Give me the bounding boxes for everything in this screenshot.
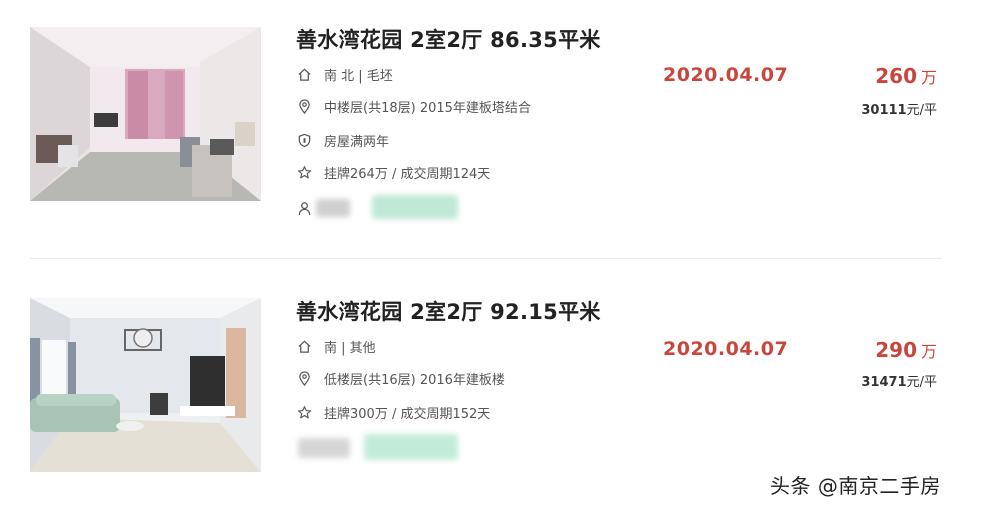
unit-price: 30111元/平 [861,99,937,118]
listing-info-row: 挂牌264万 / 成交周期124天 [296,161,490,183]
location-pin-icon [296,98,312,114]
house-icon [296,338,312,354]
deal-date: 2020.04.07 [663,338,789,360]
orientation-row: 南 | 其他 [296,335,376,357]
floor-text: 中楼层(共18层) 2015年建板塔结合 [324,100,531,116]
location-pin-icon [296,370,312,386]
unit-price-suffix: 元/平 [906,103,937,118]
watermark: 头条 @南京二手房 [770,474,941,498]
total-price: 260 万 [875,64,937,88]
listing-title[interactable]: 善水湾花园 2室2厅 92.15平米 [296,296,601,326]
orientation-text: 南 北 | 毛坯 [324,68,393,84]
listing-title[interactable]: 善水湾花园 2室2厅 86.35平米 [296,24,601,54]
star-icon [296,404,312,420]
room-photo-image [30,298,261,472]
total-price-number: 260 [875,64,917,88]
tag-text: 房屋满两年 [324,134,390,150]
listing-info-text: 挂牌300万 / 成交周期152天 [324,406,491,422]
orientation-text: 南 | 其他 [324,340,376,356]
unit-price-suffix: 元/平 [906,375,937,390]
shield-icon [296,132,312,148]
total-price-number: 290 [875,338,917,362]
listing-info-text: 挂牌264万 / 成交周期124天 [324,166,491,182]
person-icon [296,200,312,216]
unit-price-number: 30111 [861,103,907,118]
tag-row: 房屋满两年 [296,129,389,151]
unit-price: 31471元/平 [861,371,937,390]
listing-divider [30,258,942,259]
listing-info-row: 挂牌300万 / 成交周期152天 [296,401,490,423]
floor-text: 低楼层(共16层) 2016年建板楼 [324,372,505,388]
listing-photo[interactable] [30,27,261,201]
total-price-unit: 万 [920,342,937,361]
agent-name-blurred [316,199,350,217]
deal-date: 2020.04.07 [663,64,789,86]
orientation-row: 南 北 | 毛坯 [296,63,393,85]
floor-row: 中楼层(共18层) 2015年建板塔结合 [296,95,531,117]
agent-name-blurred [298,438,350,458]
agent-contact-blurred[interactable] [364,434,458,460]
unit-price-number: 31471 [861,375,907,390]
floor-row: 低楼层(共16层) 2016年建板楼 [296,367,505,389]
listing-photo[interactable] [30,298,261,472]
total-price: 290 万 [875,338,937,362]
house-icon [296,66,312,82]
total-price-unit: 万 [920,68,937,87]
agent-contact-blurred[interactable] [372,195,458,219]
star-icon [296,164,312,180]
listing-card[interactable]: 善水湾花园 2室2厅 86.35平米 南 北 | 毛坯 中楼层(共18层) 20… [0,0,992,258]
room-photo-image [30,27,261,201]
